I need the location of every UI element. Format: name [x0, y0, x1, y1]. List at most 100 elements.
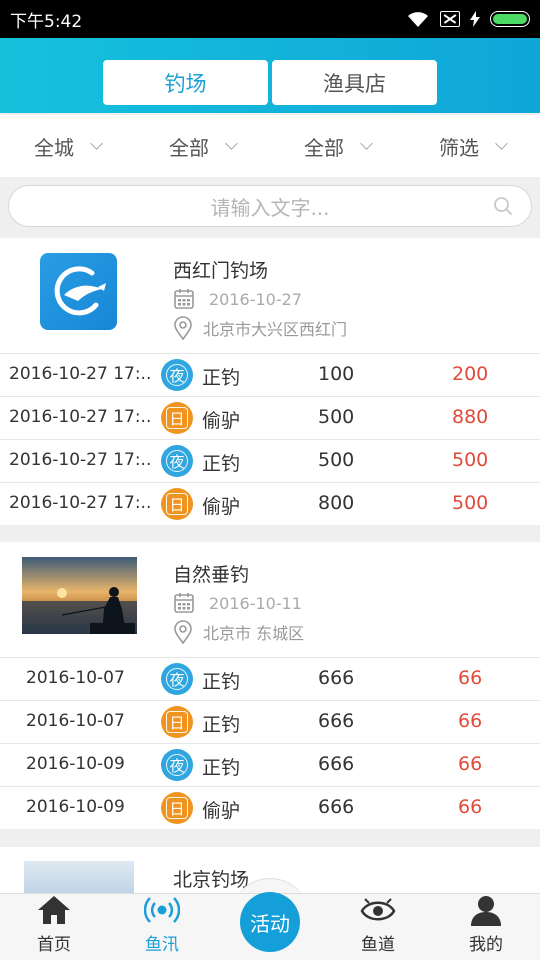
session-row[interactable]: 2016-10-27 17:.. 日 偷驴 500 880: [0, 396, 540, 439]
session-time: 2016-10-07: [26, 668, 125, 688]
battery-icon: [490, 11, 530, 27]
chevron-down-icon: [360, 137, 373, 150]
session-type: 正钓: [202, 671, 241, 693]
eye-icon: [360, 898, 396, 921]
session-row[interactable]: 2016-10-09 夜 正钓 666 66: [0, 743, 540, 786]
venue-date: 2016-10-11: [173, 592, 302, 614]
session-amount: 66: [458, 753, 483, 775]
nav-item-fish-report[interactable]: 鱼汛: [108, 894, 216, 960]
filter-type[interactable]: 全部: [270, 115, 405, 177]
venue-date: 2016-10-27: [173, 288, 302, 310]
nav-label: 我的: [469, 935, 503, 955]
venue-location: 北京市 东城区: [173, 620, 304, 644]
session-price: 500: [318, 449, 355, 471]
session-row[interactable]: 2016-10-07 夜 正钓 666 66: [0, 657, 540, 700]
day-badge: 日: [161, 706, 193, 738]
day-badge: 日: [161, 792, 193, 824]
venue-name: 自然垂钓: [173, 564, 250, 586]
tab-fishing-spots[interactable]: 钓场: [103, 60, 268, 105]
filter-category[interactable]: 全部: [135, 115, 270, 177]
sim-icon: [440, 11, 460, 27]
session-row[interactable]: 2016-10-27 17:.. 夜 正钓 500 500: [0, 439, 540, 482]
venue-photo: [22, 557, 137, 634]
user-icon: [471, 896, 501, 926]
calendar-icon: [174, 593, 194, 613]
session-row[interactable]: 2016-10-09 日 偷驴 666 66: [0, 786, 540, 829]
filter-bar: 全城 全部 全部 筛选: [0, 115, 540, 177]
session-price: 800: [318, 492, 355, 514]
venue-location-text: 北京市大兴区西红门: [203, 320, 348, 339]
venue-logo: [40, 253, 117, 330]
session-amount: 200: [452, 363, 489, 385]
session-type: 正钓: [202, 714, 241, 736]
filter-label: 全部: [169, 135, 209, 160]
day-badge: 日: [161, 402, 193, 434]
venue-date-text: 2016-10-11: [209, 593, 302, 613]
session-amount: 500: [452, 492, 489, 514]
session-price: 666: [318, 667, 355, 689]
session-row[interactable]: 2016-10-27 17:.. 夜 正钓 100 200: [0, 353, 540, 396]
location-pin-icon: [174, 316, 192, 340]
wifi-icon: [408, 12, 428, 27]
venue-name: 北京钓场: [173, 869, 250, 891]
signal-icon: [144, 897, 180, 923]
home-icon: [38, 896, 70, 924]
nav-label: 鱼道: [361, 935, 395, 955]
day-badge: 日: [161, 488, 193, 520]
charging-icon: [470, 11, 480, 27]
session-time: 2016-10-27 17:..: [9, 493, 152, 513]
session-type: 偷驴: [202, 800, 241, 822]
tab-tackle-shops[interactable]: 渔具店: [272, 60, 437, 105]
session-price: 666: [318, 710, 355, 732]
venue-location-text: 北京市 东城区: [203, 624, 305, 643]
session-amount: 500: [452, 449, 489, 471]
session-type: 偷驴: [202, 496, 241, 518]
session-time: 2016-10-09: [26, 797, 125, 817]
search-input[interactable]: 请输入文字...: [8, 185, 532, 227]
activity-button[interactable]: 活动: [240, 892, 300, 952]
chevron-down-icon: [90, 137, 103, 150]
night-badge: 夜: [161, 663, 193, 695]
nav-item-fishing-way[interactable]: 鱼道: [324, 894, 432, 960]
chevron-down-icon: [495, 137, 508, 150]
session-time: 2016-10-27 17:..: [9, 407, 152, 427]
venue-date-text: 2016-10-27: [209, 289, 302, 309]
session-time: 2016-10-09: [26, 754, 125, 774]
session-amount: 880: [452, 406, 489, 428]
session-price: 100: [318, 363, 355, 385]
nav-label: 首页: [37, 935, 71, 955]
status-bar: 下午5:42: [0, 0, 540, 38]
filter-label: 筛选: [439, 135, 479, 160]
location-pin-icon: [174, 620, 192, 644]
session-price: 666: [318, 796, 355, 818]
session-price: 500: [318, 406, 355, 428]
top-header: 钓场 渔具店: [0, 38, 540, 113]
session-time: 2016-10-07: [26, 711, 125, 731]
search-area: 请输入文字...: [0, 177, 540, 237]
night-badge: 夜: [161, 749, 193, 781]
session-amount: 66: [458, 796, 483, 818]
filter-more[interactable]: 筛选: [405, 115, 540, 177]
night-badge: 夜: [161, 359, 193, 391]
venue-card[interactable]: 自然垂钓 2016-10-11 北京市 东城区 2016-10-07 夜 正钓 …: [0, 542, 540, 829]
venue-photo: [24, 861, 134, 893]
session-row[interactable]: 2016-10-27 17:.. 日 偷驴 800 500: [0, 482, 540, 525]
session-row[interactable]: 2016-10-07 日 正钓 666 66: [0, 700, 540, 743]
filter-label: 全部: [304, 135, 344, 160]
nav-item-mine[interactable]: 我的: [432, 894, 540, 960]
session-type: 正钓: [202, 757, 241, 779]
search-placeholder: 请输入文字...: [210, 195, 330, 220]
venue-card[interactable]: 西红门钓场 2016-10-27 北京市大兴区西红门 2016-10-27 17…: [0, 238, 540, 525]
venue-name: 西红门钓场: [173, 260, 269, 282]
filter-city[interactable]: 全城: [0, 115, 135, 177]
nav-item-home[interactable]: 首页: [0, 894, 108, 960]
session-type: 正钓: [202, 453, 241, 475]
venue-location: 北京市大兴区西红门: [173, 316, 347, 340]
venue-header: 西红门钓场 2016-10-27 北京市大兴区西红门: [0, 238, 540, 353]
venue-header: 自然垂钓 2016-10-11 北京市 东城区: [0, 542, 540, 657]
session-price: 666: [318, 753, 355, 775]
search-icon[interactable]: [493, 196, 513, 216]
chevron-down-icon: [225, 137, 238, 150]
session-time: 2016-10-27 17:..: [9, 450, 152, 470]
nav-label: 鱼汛: [145, 935, 179, 955]
